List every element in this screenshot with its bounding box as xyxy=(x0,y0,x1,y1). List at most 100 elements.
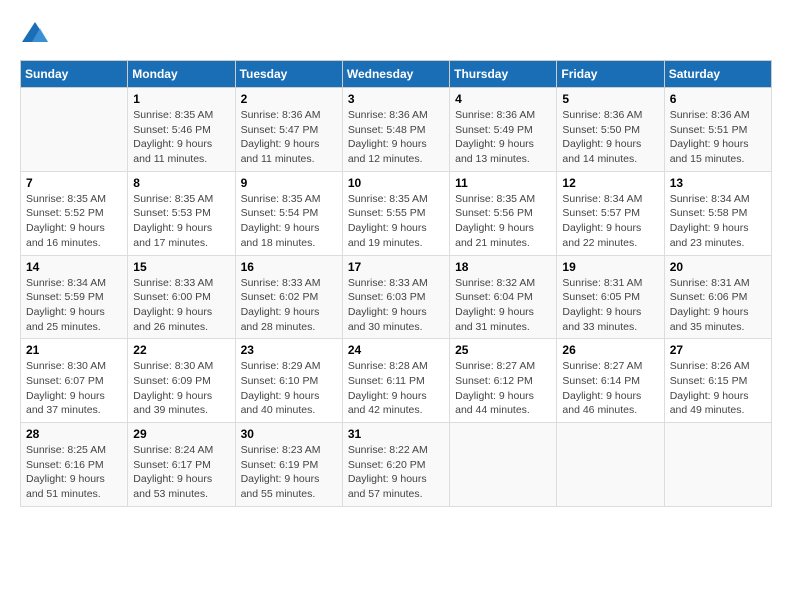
day-number: 17 xyxy=(348,260,444,274)
day-info: Sunrise: 8:35 AMSunset: 5:46 PMDaylight:… xyxy=(133,108,229,167)
day-header-saturday: Saturday xyxy=(664,61,771,88)
day-info: Sunrise: 8:36 AMSunset: 5:49 PMDaylight:… xyxy=(455,108,551,167)
day-cell: 31 Sunrise: 8:22 AMSunset: 6:20 PMDayligh… xyxy=(342,423,449,507)
day-cell: 24 Sunrise: 8:28 AMSunset: 6:11 PMDayligh… xyxy=(342,339,449,423)
day-number: 23 xyxy=(241,343,337,357)
day-cell xyxy=(21,88,128,172)
day-number: 22 xyxy=(133,343,229,357)
day-number: 24 xyxy=(348,343,444,357)
day-header-thursday: Thursday xyxy=(450,61,557,88)
day-number: 5 xyxy=(562,92,658,106)
day-cell: 6Sunrise: 8:36 AMSunset: 5:51 PMDaylight… xyxy=(664,88,771,172)
day-number: 2 xyxy=(241,92,337,106)
day-number: 8 xyxy=(133,176,229,190)
day-number: 20 xyxy=(670,260,766,274)
day-cell: 16Sunrise: 8:33 AMSunset: 6:02 PMDayligh… xyxy=(235,255,342,339)
day-cell: 21Sunrise: 8:30 AMSunset: 6:07 PMDayligh… xyxy=(21,339,128,423)
day-cell: 11 Sunrise: 8:35 AMSunset: 5:56 PMDayligh… xyxy=(450,171,557,255)
day-cell: 18Sunrise: 8:32 AMSunset: 6:04 PMDayligh… xyxy=(450,255,557,339)
day-info: Sunrise: 8:29 AMSunset: 6:10 PMDaylight:… xyxy=(241,359,337,418)
day-cell: 29Sunrise: 8:24 AMSunset: 6:17 PMDayligh… xyxy=(128,423,235,507)
logo-icon xyxy=(20,20,50,50)
day-number: 9 xyxy=(241,176,337,190)
day-cell: 5Sunrise: 8:36 AMSunset: 5:50 PMDaylight… xyxy=(557,88,664,172)
day-cell: 17 Sunrise: 8:33 AMSunset: 6:03 PMDayligh… xyxy=(342,255,449,339)
day-cell: 14 Sunrise: 8:34 AMSunset: 5:59 PMDayligh… xyxy=(21,255,128,339)
day-info: Sunrise: 8:33 AMSunset: 6:03 PMDaylight:… xyxy=(348,276,444,335)
day-header-tuesday: Tuesday xyxy=(235,61,342,88)
day-cell xyxy=(557,423,664,507)
day-cell: 13 Sunrise: 8:34 AMSunset: 5:58 PMDayligh… xyxy=(664,171,771,255)
day-number: 15 xyxy=(133,260,229,274)
day-info: Sunrise: 8:33 AMSunset: 6:00 PMDaylight:… xyxy=(133,276,229,335)
day-cell: 1 Sunrise: 8:35 AMSunset: 5:46 PMDaylight… xyxy=(128,88,235,172)
day-info: Sunrise: 8:22 AMSunset: 6:20 PMDaylight:… xyxy=(348,443,444,502)
day-cell: 8 Sunrise: 8:35 AMSunset: 5:53 PMDaylight… xyxy=(128,171,235,255)
week-row-5: 28 Sunrise: 8:25 AMSunset: 6:16 PMDayligh… xyxy=(21,423,772,507)
day-header-friday: Friday xyxy=(557,61,664,88)
day-cell: 28 Sunrise: 8:25 AMSunset: 6:16 PMDayligh… xyxy=(21,423,128,507)
day-cell: 23 Sunrise: 8:29 AMSunset: 6:10 PMDayligh… xyxy=(235,339,342,423)
day-number: 30 xyxy=(241,427,337,441)
day-header-wednesday: Wednesday xyxy=(342,61,449,88)
day-cell xyxy=(450,423,557,507)
calendar-table: SundayMondayTuesdayWednesdayThursdayFrid… xyxy=(20,60,772,507)
day-info: Sunrise: 8:36 AMSunset: 5:51 PMDaylight:… xyxy=(670,108,766,167)
day-info: Sunrise: 8:36 AMSunset: 5:47 PMDaylight:… xyxy=(241,108,337,167)
week-row-2: 7Sunrise: 8:35 AMSunset: 5:52 PMDaylight… xyxy=(21,171,772,255)
page-header xyxy=(20,20,772,50)
calendar-body: 1 Sunrise: 8:35 AMSunset: 5:46 PMDaylight… xyxy=(21,88,772,507)
day-info: Sunrise: 8:34 AMSunset: 5:58 PMDaylight:… xyxy=(670,192,766,251)
day-number: 1 xyxy=(133,92,229,106)
day-cell: 19 Sunrise: 8:31 AMSunset: 6:05 PMDayligh… xyxy=(557,255,664,339)
day-info: Sunrise: 8:25 AMSunset: 6:16 PMDaylight:… xyxy=(26,443,122,502)
day-header-monday: Monday xyxy=(128,61,235,88)
day-number: 26 xyxy=(562,343,658,357)
calendar-header: SundayMondayTuesdayWednesdayThursdayFrid… xyxy=(21,61,772,88)
day-info: Sunrise: 8:27 AMSunset: 6:12 PMDaylight:… xyxy=(455,359,551,418)
day-info: Sunrise: 8:34 AMSunset: 5:59 PMDaylight:… xyxy=(26,276,122,335)
day-info: Sunrise: 8:35 AMSunset: 5:54 PMDaylight:… xyxy=(241,192,337,251)
day-cell: 27 Sunrise: 8:26 AMSunset: 6:15 PMDayligh… xyxy=(664,339,771,423)
day-cell: 4 Sunrise: 8:36 AMSunset: 5:49 PMDaylight… xyxy=(450,88,557,172)
day-number: 7 xyxy=(26,176,122,190)
day-number: 19 xyxy=(562,260,658,274)
day-info: Sunrise: 8:33 AMSunset: 6:02 PMDaylight:… xyxy=(241,276,337,335)
day-cell: 9 Sunrise: 8:35 AMSunset: 5:54 PMDaylight… xyxy=(235,171,342,255)
day-cell: 3Sunrise: 8:36 AMSunset: 5:48 PMDaylight… xyxy=(342,88,449,172)
day-cell: 12Sunrise: 8:34 AMSunset: 5:57 PMDayligh… xyxy=(557,171,664,255)
day-cell: 30 Sunrise: 8:23 AMSunset: 6:19 PMDayligh… xyxy=(235,423,342,507)
day-info: Sunrise: 8:30 AMSunset: 6:07 PMDaylight:… xyxy=(26,359,122,418)
day-info: Sunrise: 8:28 AMSunset: 6:11 PMDaylight:… xyxy=(348,359,444,418)
day-info: Sunrise: 8:23 AMSunset: 6:19 PMDaylight:… xyxy=(241,443,337,502)
day-info: Sunrise: 8:31 AMSunset: 6:05 PMDaylight:… xyxy=(562,276,658,335)
logo xyxy=(20,20,54,50)
day-cell: 22 Sunrise: 8:30 AMSunset: 6:09 PMDayligh… xyxy=(128,339,235,423)
day-info: Sunrise: 8:35 AMSunset: 5:53 PMDaylight:… xyxy=(133,192,229,251)
day-number: 27 xyxy=(670,343,766,357)
day-number: 29 xyxy=(133,427,229,441)
week-row-3: 14 Sunrise: 8:34 AMSunset: 5:59 PMDayligh… xyxy=(21,255,772,339)
day-info: Sunrise: 8:31 AMSunset: 6:06 PMDaylight:… xyxy=(670,276,766,335)
day-cell: 25Sunrise: 8:27 AMSunset: 6:12 PMDayligh… xyxy=(450,339,557,423)
day-cell: 15 Sunrise: 8:33 AMSunset: 6:00 PMDayligh… xyxy=(128,255,235,339)
day-cell: 10 Sunrise: 8:35 AMSunset: 5:55 PMDayligh… xyxy=(342,171,449,255)
day-number: 18 xyxy=(455,260,551,274)
day-info: Sunrise: 8:30 AMSunset: 6:09 PMDaylight:… xyxy=(133,359,229,418)
day-header-sunday: Sunday xyxy=(21,61,128,88)
day-number: 31 xyxy=(348,427,444,441)
day-info: Sunrise: 8:34 AMSunset: 5:57 PMDaylight:… xyxy=(562,192,658,251)
week-row-1: 1 Sunrise: 8:35 AMSunset: 5:46 PMDaylight… xyxy=(21,88,772,172)
day-info: Sunrise: 8:36 AMSunset: 5:48 PMDaylight:… xyxy=(348,108,444,167)
header-row: SundayMondayTuesdayWednesdayThursdayFrid… xyxy=(21,61,772,88)
week-row-4: 21Sunrise: 8:30 AMSunset: 6:07 PMDayligh… xyxy=(21,339,772,423)
day-number: 28 xyxy=(26,427,122,441)
day-number: 11 xyxy=(455,176,551,190)
day-number: 14 xyxy=(26,260,122,274)
day-info: Sunrise: 8:35 AMSunset: 5:56 PMDaylight:… xyxy=(455,192,551,251)
day-info: Sunrise: 8:26 AMSunset: 6:15 PMDaylight:… xyxy=(670,359,766,418)
day-info: Sunrise: 8:35 AMSunset: 5:55 PMDaylight:… xyxy=(348,192,444,251)
day-number: 10 xyxy=(348,176,444,190)
day-number: 13 xyxy=(670,176,766,190)
day-number: 4 xyxy=(455,92,551,106)
